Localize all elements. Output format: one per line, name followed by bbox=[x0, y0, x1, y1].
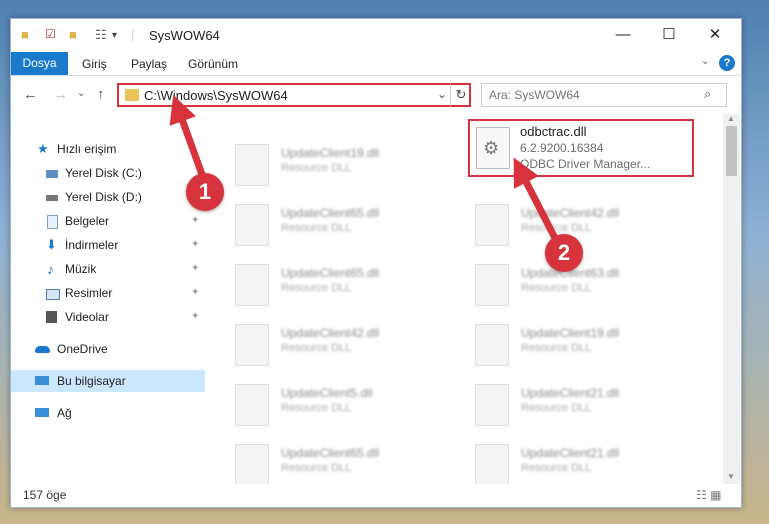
arrow-2 bbox=[513, 157, 560, 242]
step-badge-2: 2 bbox=[545, 234, 583, 272]
step-badge-1: 1 bbox=[186, 173, 224, 211]
arrow-1 bbox=[169, 94, 208, 182]
annotation-overlay bbox=[169, 94, 560, 242]
